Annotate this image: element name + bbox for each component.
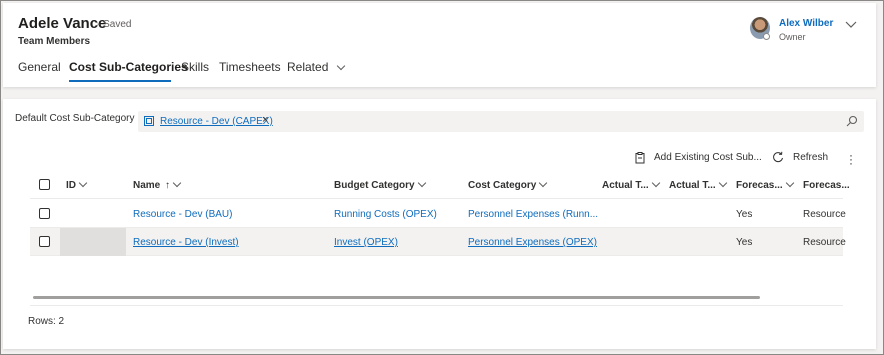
table-row[interactable]: Resource - Dev (BAU) Running Costs (OPEX… — [30, 200, 846, 228]
column-header-label: ID — [66, 180, 76, 191]
owner-name-link[interactable]: Alex Wilber — [779, 18, 833, 29]
cell-forecast-2: Resource — [803, 209, 846, 220]
column-header-label: Actual T... — [602, 180, 649, 191]
add-existing-button[interactable]: Add Existing Cost Sub... — [654, 152, 762, 163]
presence-status-icon — [763, 33, 770, 40]
cell-id-placeholder — [60, 228, 126, 256]
record-header: Adele Vance - Saved Team Members Alex Wi… — [3, 3, 876, 87]
chevron-down-icon — [336, 61, 345, 71]
cell-forecast-1: Yes — [736, 237, 753, 248]
tab-skills[interactable]: Skills — [181, 60, 209, 74]
column-header-actual-1[interactable]: Actual T... — [602, 178, 660, 191]
remove-lookup-button[interactable]: × — [262, 114, 268, 126]
refresh-button[interactable]: Refresh — [793, 152, 828, 163]
column-header-label: Cost Category — [468, 180, 537, 191]
tab-related[interactable]: Related — [287, 60, 345, 74]
chevron-down-icon — [651, 178, 660, 188]
row-checkbox[interactable] — [39, 208, 50, 219]
chevron-down-icon[interactable] — [844, 17, 858, 31]
subgrid-section: Default Cost Sub-Category Resource - Dev… — [3, 99, 876, 349]
select-all-checkbox[interactable] — [39, 179, 50, 190]
cell-cost-category-link[interactable]: Personnel Expenses (OPEX) — [468, 237, 597, 248]
save-status: - Saved — [97, 19, 132, 30]
refresh-icon — [773, 151, 783, 163]
column-header-label: Forecas... — [736, 180, 783, 191]
default-cost-sub-category-label: Default Cost Sub-Category — [15, 113, 135, 124]
chevron-down-icon — [539, 178, 548, 188]
column-header-label: Forecas... — [803, 180, 850, 191]
column-header-budget-category[interactable]: Budget Category — [334, 178, 426, 191]
cell-cost-category-link[interactable]: Personnel Expenses (Runn... — [468, 209, 598, 220]
grid-header-row: ID Name ↑ Budget Category Cost Category … — [30, 171, 850, 199]
column-header-forecast-2[interactable]: Forecas... — [803, 180, 850, 191]
owner-role-label: Owner — [779, 32, 806, 42]
cell-forecast-2: Resource — [803, 237, 846, 248]
column-header-forecast-1[interactable]: Forecas... — [736, 178, 794, 191]
add-existing-icon — [635, 152, 645, 164]
tab-related-label: Related — [287, 60, 329, 74]
chevron-down-icon — [78, 178, 88, 188]
rows-count: Rows: 2 — [28, 316, 65, 327]
cell-name-link[interactable]: Resource - Dev (Invest) — [133, 237, 239, 248]
more-options-icon[interactable]: · · · — [846, 149, 856, 169]
column-header-label: Actual T... — [669, 180, 716, 191]
chevron-down-icon — [172, 178, 182, 188]
horizontal-scrollbar-thumb[interactable] — [33, 296, 760, 299]
default-cost-sub-category-link[interactable]: Resource - Dev (CAPEX) — [160, 116, 273, 127]
active-tab-indicator — [69, 80, 171, 82]
chevron-down-icon — [785, 178, 794, 188]
column-header-actual-2[interactable]: Actual T... — [669, 178, 727, 191]
footer-divider — [30, 305, 843, 306]
lookup-record-icon — [144, 116, 154, 126]
tab-general[interactable]: General — [18, 60, 61, 74]
record-title: Adele Vance — [18, 15, 107, 32]
table-row[interactable]: Resource - Dev (Invest) Invest (OPEX) Pe… — [30, 228, 846, 256]
search-icon[interactable] — [846, 115, 858, 127]
tab-timesheets[interactable]: Timesheets — [219, 60, 281, 74]
sort-ascending-icon: ↑ — [165, 180, 171, 191]
cell-budget-category-link[interactable]: Invest (OPEX) — [334, 237, 398, 248]
chevron-down-icon — [718, 178, 727, 188]
chevron-down-icon — [417, 178, 426, 188]
cell-budget-category-link[interactable]: Running Costs (OPEX) — [334, 209, 437, 220]
column-header-cost-category[interactable]: Cost Category — [468, 178, 548, 191]
entity-name: Team Members — [18, 36, 91, 47]
column-header-label: Name — [133, 180, 161, 191]
column-header-label: Budget Category — [334, 180, 415, 191]
column-header-name[interactable]: Name ↑ — [133, 178, 182, 191]
default-cost-sub-category-lookup[interactable]: Resource - Dev (CAPEX) × — [138, 111, 864, 132]
cell-forecast-1: Yes — [736, 209, 753, 220]
cell-name-link[interactable]: Resource - Dev (BAU) — [133, 209, 232, 220]
column-header-id[interactable]: ID — [66, 178, 88, 191]
tab-cost-sub-categories[interactable]: Cost Sub-Categories — [69, 60, 188, 74]
row-checkbox[interactable] — [39, 236, 50, 247]
